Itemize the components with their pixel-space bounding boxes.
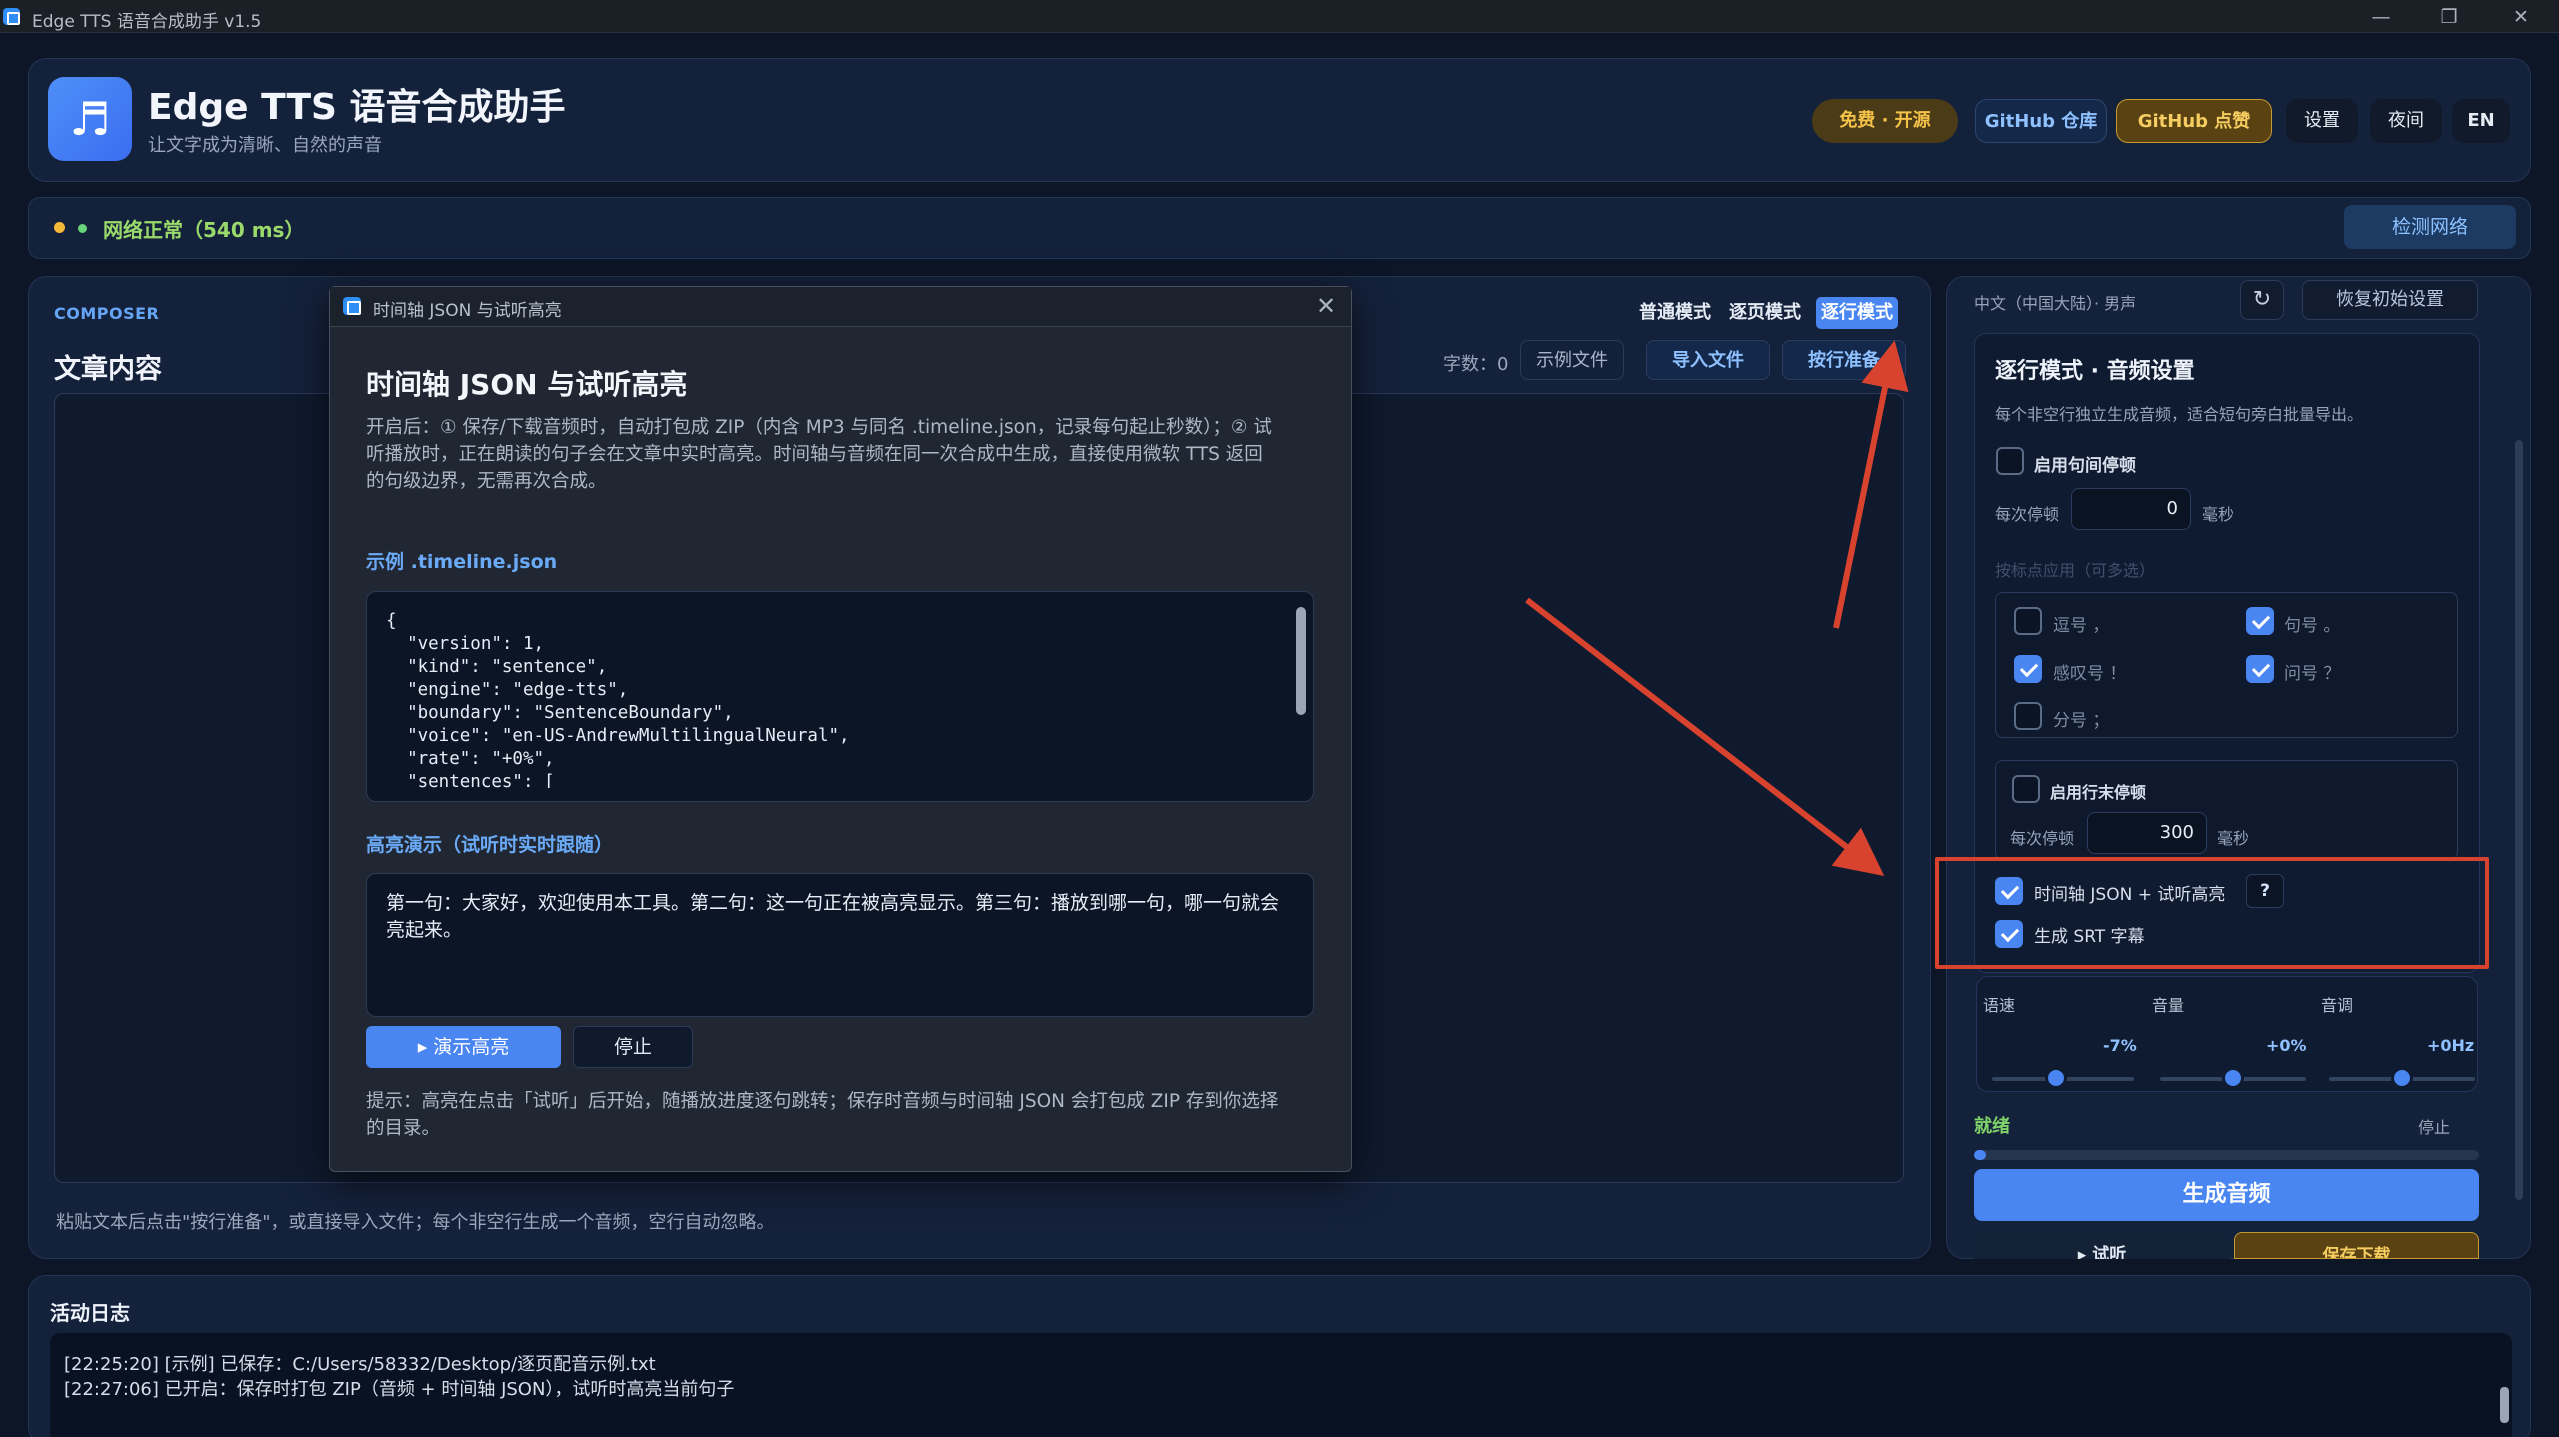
- code-scrollbar[interactable]: [1296, 607, 1306, 715]
- stop-demo-button[interactable]: 停止: [573, 1026, 693, 1068]
- demo-highlight-button[interactable]: ▸ 演示高亮: [366, 1026, 561, 1068]
- dialog-description: 开启后：① 保存/下载音频时，自动打包成 ZIP（内含 MP3 与同名 .tim…: [366, 417, 1272, 492]
- arrow-to-prepare-lines: [1833, 340, 1909, 629]
- dialog-tip: 提示：高亮在点击「试听」后开始，随播放进度逐句跳转；保存时音频与时间轴 JSON…: [366, 1091, 1279, 1139]
- json-code-text: { "version": 1, "kind": "sentence", "eng…: [386, 611, 850, 788]
- arrow-to-timeline-option: [1525, 597, 1885, 877]
- example-json-title: 示例 .timeline.json: [366, 551, 558, 573]
- dialog-close-icon[interactable]: ✕: [1310, 290, 1342, 322]
- dialog-bar-title: 时间轴 JSON 与试听高亮: [373, 301, 562, 321]
- dialog-app-icon: [343, 297, 361, 315]
- dialog-heading: 时间轴 JSON 与试听高亮: [366, 368, 688, 401]
- highlight-demo-title: 高亮演示（试听时实时跟随）: [366, 834, 614, 856]
- highlight-demo-text: 第一句：大家好，欢迎使用本工具。第二句：这一句正在被高亮显示。第三句：播放到哪一…: [386, 892, 1280, 941]
